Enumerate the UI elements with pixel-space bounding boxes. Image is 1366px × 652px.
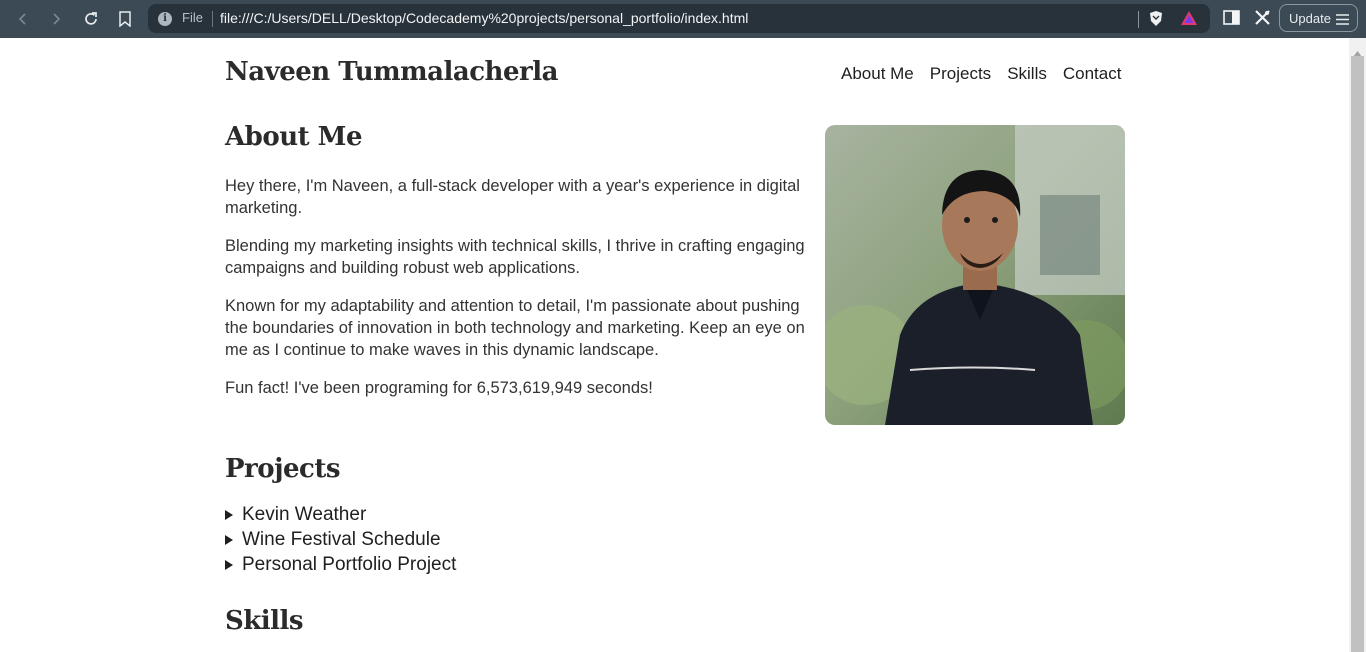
project-title: Wine Festival Schedule <box>242 528 441 550</box>
file-label: File <box>182 10 203 25</box>
fun-fact: Fun fact! I've been programing for 6,573… <box>225 379 653 397</box>
page-content: Naveen Tummalacherla About Me Projects S… <box>0 38 1349 652</box>
about-text: Hey there, I'm Naveen, a full-stack deve… <box>225 175 815 415</box>
forward-icon[interactable] <box>44 7 68 31</box>
about-paragraph: Blending my marketing insights with tech… <box>225 237 805 277</box>
back-icon[interactable] <box>11 7 35 31</box>
projects-list: Kevin Weather Wine Festival Schedule Per… <box>225 502 456 577</box>
disclosure-triangle-icon[interactable] <box>225 559 233 570</box>
leo-icon[interactable] <box>1254 9 1271 30</box>
address-bar[interactable]: i File file:///C:/Users/DELL/Desktop/Cod… <box>148 4 1210 33</box>
brave-shield-icon[interactable] <box>1148 10 1164 31</box>
nav-link-projects[interactable]: Projects <box>930 64 991 84</box>
about-heading: About Me <box>225 122 362 152</box>
menu-icon <box>1336 13 1349 28</box>
url-separator-right <box>1138 11 1139 28</box>
info-icon[interactable]: i <box>158 12 172 26</box>
project-title: Kevin Weather <box>242 503 367 525</box>
update-button[interactable]: Update <box>1279 4 1358 32</box>
vertical-scrollbar[interactable] <box>1349 38 1366 652</box>
browser-toolbar: i File file:///C:/Users/DELL/Desktop/Cod… <box>0 0 1366 38</box>
project-title: Personal Portfolio Project <box>242 553 457 575</box>
url-text[interactable]: file:///C:/Users/DELL/Desktop/Codecademy… <box>220 10 748 26</box>
site-title: Naveen Tummalacherla <box>225 57 558 87</box>
nav-link-about[interactable]: About Me <box>841 64 914 84</box>
about-paragraph: Known for my adaptability and attention … <box>225 297 805 359</box>
project-item[interactable]: Wine Festival Schedule <box>225 527 456 552</box>
skills-heading: Skills <box>225 606 304 636</box>
profile-photo <box>825 125 1125 425</box>
nav-link-skills[interactable]: Skills <box>1007 64 1047 84</box>
project-item[interactable]: Personal Portfolio Project <box>225 552 456 577</box>
main-nav: About Me Projects Skills Contact <box>841 64 1121 84</box>
update-label: Update <box>1289 10 1331 26</box>
reload-icon[interactable] <box>79 7 103 31</box>
sidebar-icon[interactable] <box>1223 10 1240 29</box>
scrollbar-thumb[interactable] <box>1351 56 1364 652</box>
disclosure-triangle-icon[interactable] <box>225 509 233 520</box>
disclosure-triangle-icon[interactable] <box>225 534 233 545</box>
url-separator <box>212 11 213 27</box>
projects-heading: Projects <box>225 454 341 484</box>
bookmark-icon[interactable] <box>113 7 137 31</box>
brave-rewards-icon[interactable] <box>1180 10 1198 30</box>
project-item[interactable]: Kevin Weather <box>225 502 456 527</box>
about-paragraph: Hey there, I'm Naveen, a full-stack deve… <box>225 177 800 217</box>
nav-link-contact[interactable]: Contact <box>1063 64 1122 84</box>
